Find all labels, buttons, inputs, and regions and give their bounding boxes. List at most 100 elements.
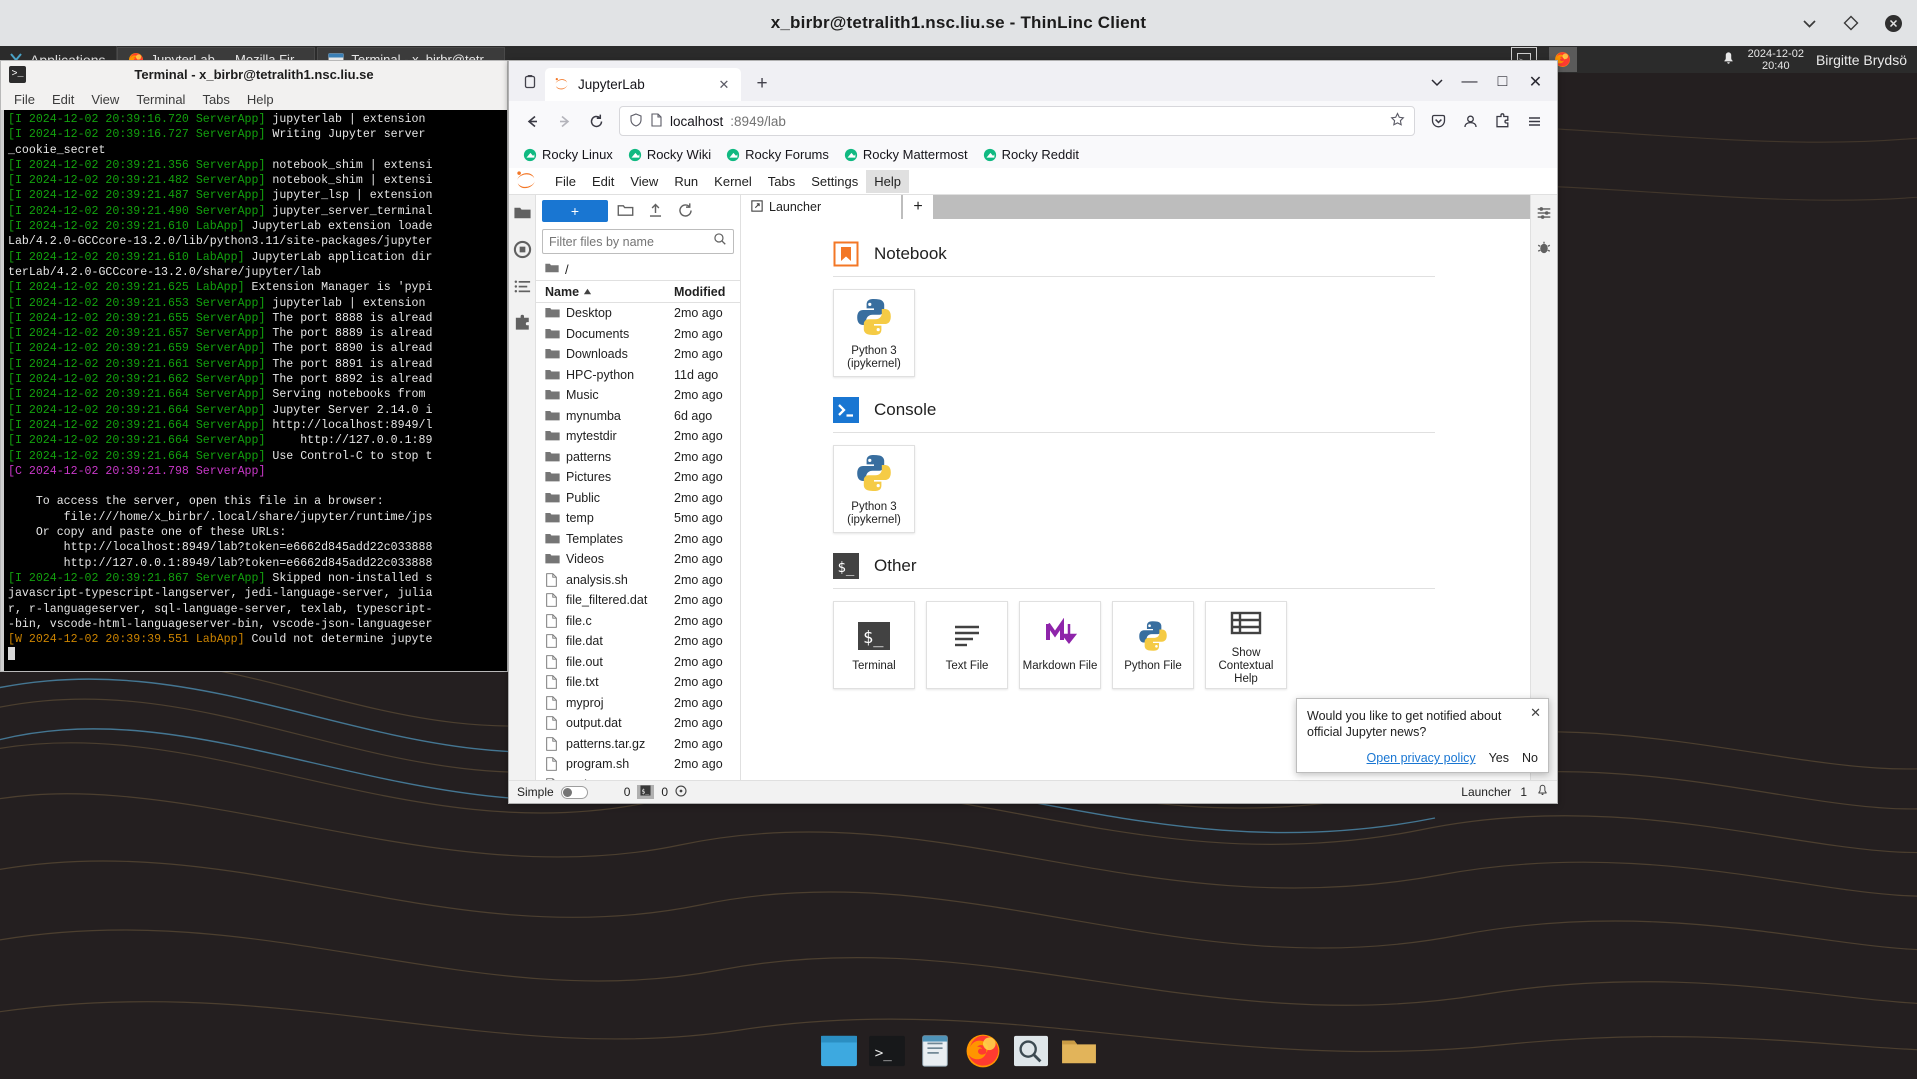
kernel-status-icon[interactable]: [675, 784, 687, 800]
terminal-menu-edit[interactable]: Edit: [52, 92, 74, 107]
terminal-menu-tabs[interactable]: Tabs: [202, 92, 229, 107]
url-bar[interactable]: localhost:8949/lab: [619, 106, 1415, 136]
terminal-menu-terminal[interactable]: Terminal: [136, 92, 185, 107]
file-list-item[interactable]: Downloads 2mo ago: [536, 344, 740, 365]
minimize-icon[interactable]: [1799, 13, 1819, 33]
dock-item-firefox[interactable]: [963, 1033, 1003, 1069]
new-folder-icon[interactable]: [612, 200, 638, 222]
debugger-icon[interactable]: [1534, 237, 1555, 258]
terminal-output[interactable]: [I 2024-12-02 20:39:16.720 ServerApp] ju…: [1, 110, 507, 671]
refresh-icon[interactable]: [672, 200, 698, 222]
file-list-item[interactable]: Desktop 2mo ago: [536, 303, 740, 324]
close-icon[interactable]: ✕: [1530, 705, 1541, 721]
column-header-modified[interactable]: Modified: [674, 285, 736, 299]
file-list-item[interactable]: patterns 2mo ago: [536, 447, 740, 468]
panel-clock[interactable]: 2024-12-02 20:40: [1748, 48, 1804, 72]
firefox-close-button[interactable]: ✕: [1520, 67, 1551, 97]
bookmark-item[interactable]: Rocky Reddit: [977, 144, 1085, 165]
jl-menu-run[interactable]: Run: [666, 170, 706, 193]
firefox-menu-chevron-icon[interactable]: [1421, 67, 1452, 97]
notification-yes-button[interactable]: Yes: [1489, 751, 1509, 765]
file-list-item[interactable]: temp 5mo ago: [536, 508, 740, 529]
terminal-status-icon[interactable]: $_: [637, 785, 655, 799]
file-list-item[interactable]: patterns.tar.gz 2mo ago: [536, 734, 740, 755]
terminal-menu-file[interactable]: File: [14, 92, 35, 107]
tab-launcher[interactable]: Launcher: [741, 195, 901, 219]
dock-item-search[interactable]: [1011, 1033, 1051, 1069]
close-tab-icon[interactable]: ✕: [716, 77, 732, 93]
filter-files-field[interactable]: [542, 229, 734, 254]
filter-files-input[interactable]: [549, 234, 709, 249]
firefox-maximize-button[interactable]: □: [1487, 67, 1518, 97]
file-list-item[interactable]: HPC-python 11d ago: [536, 365, 740, 386]
file-list-item[interactable]: file.out 2mo ago: [536, 652, 740, 673]
browser-tab-jupyterlab[interactable]: JupyterLab ✕: [545, 68, 741, 101]
dock-item-folder[interactable]: [1059, 1033, 1099, 1069]
file-list-item[interactable]: mynumba 6d ago: [536, 406, 740, 427]
file-list-item[interactable]: file.c 2mo ago: [536, 611, 740, 632]
star-icon[interactable]: [1390, 112, 1405, 130]
dock-item-terminal[interactable]: >_: [867, 1033, 907, 1069]
hamburger-menu-icon[interactable]: [1519, 106, 1549, 136]
panel-username[interactable]: Birgitte Brydsö: [1816, 52, 1911, 68]
file-list-item[interactable]: myproj 2mo ago: [536, 693, 740, 714]
launcher-card[interactable]: $_ Terminal: [833, 601, 915, 689]
new-tab-button[interactable]: +: [747, 69, 777, 99]
close-icon[interactable]: [1883, 13, 1903, 33]
list-icon[interactable]: [512, 276, 533, 297]
file-list-item[interactable]: Public 2mo ago: [536, 488, 740, 509]
extensions-icon[interactable]: [1487, 106, 1517, 136]
settings-sliders-icon[interactable]: [1534, 202, 1555, 223]
jl-menu-edit[interactable]: Edit: [584, 170, 622, 193]
launcher-card[interactable]: Markdown File: [1019, 601, 1101, 689]
file-list-item[interactable]: Videos 2mo ago: [536, 549, 740, 570]
bell-icon[interactable]: [1536, 784, 1549, 800]
account-icon[interactable]: [1455, 106, 1485, 136]
breadcrumb[interactable]: /: [536, 258, 740, 280]
page-icon[interactable]: [650, 112, 663, 130]
file-list-item[interactable]: Templates 2mo ago: [536, 529, 740, 550]
dock-item-file-manager[interactable]: [819, 1033, 859, 1069]
jl-menu-settings[interactable]: Settings: [803, 170, 866, 193]
file-list-item[interactable]: Music 2mo ago: [536, 385, 740, 406]
file-list-item[interactable]: file_filtered.dat 2mo ago: [536, 590, 740, 611]
upload-icon[interactable]: [642, 200, 668, 222]
file-list[interactable]: Desktop 2mo ago Documents 2mo ago Downloads 2…: [536, 303, 740, 780]
jl-menu-tabs[interactable]: Tabs: [760, 170, 803, 193]
column-header-name[interactable]: Name: [545, 285, 579, 299]
pocket-icon[interactable]: [1423, 106, 1453, 136]
shield-icon[interactable]: [629, 112, 643, 130]
running-icon[interactable]: [512, 239, 533, 260]
maximize-icon[interactable]: [1841, 13, 1861, 33]
open-privacy-policy-link[interactable]: Open privacy policy: [1367, 751, 1476, 765]
puzzle-icon[interactable]: [512, 313, 533, 334]
dock-item-text-editor[interactable]: [915, 1033, 955, 1069]
file-list-item[interactable]: mytestdir 2mo ago: [536, 426, 740, 447]
jl-menu-file[interactable]: File: [547, 170, 584, 193]
bookmark-item[interactable]: Rocky Wiki: [622, 144, 717, 165]
back-arrow-icon[interactable]: [517, 106, 547, 136]
file-list-item[interactable]: file.txt 2mo ago: [536, 672, 740, 693]
firefox-minimize-button[interactable]: —: [1454, 67, 1485, 97]
forward-arrow-icon[interactable]: [549, 106, 579, 136]
file-list-item[interactable]: analysis.sh 2mo ago: [536, 570, 740, 591]
file-list-item[interactable]: file.dat 2mo ago: [536, 631, 740, 652]
launcher-card[interactable]: Python File: [1112, 601, 1194, 689]
file-list-item[interactable]: Pictures 2mo ago: [536, 467, 740, 488]
notification-no-button[interactable]: No: [1522, 751, 1538, 765]
file-list-item[interactable]: program.sh 2mo ago: [536, 754, 740, 775]
file-list-item[interactable]: Documents 2mo ago: [536, 324, 740, 345]
list-all-tabs-icon[interactable]: [515, 67, 545, 97]
jl-menu-kernel[interactable]: Kernel: [706, 170, 760, 193]
terminal-menu-view[interactable]: View: [91, 92, 119, 107]
simple-mode-toggle[interactable]: [560, 785, 588, 799]
new-launcher-button[interactable]: +: [542, 199, 608, 222]
bookmark-item[interactable]: Rocky Forums: [720, 144, 835, 165]
file-list-item[interactable]: output.dat 2mo ago: [536, 713, 740, 734]
terminal-menu-help[interactable]: Help: [247, 92, 274, 107]
launcher-card[interactable]: Python 3 (ipykernel): [833, 445, 915, 533]
launcher-card[interactable]: Text File: [926, 601, 1008, 689]
reload-icon[interactable]: [581, 106, 611, 136]
folder-icon[interactable]: [512, 202, 533, 223]
jl-menu-help[interactable]: Help: [866, 169, 909, 193]
